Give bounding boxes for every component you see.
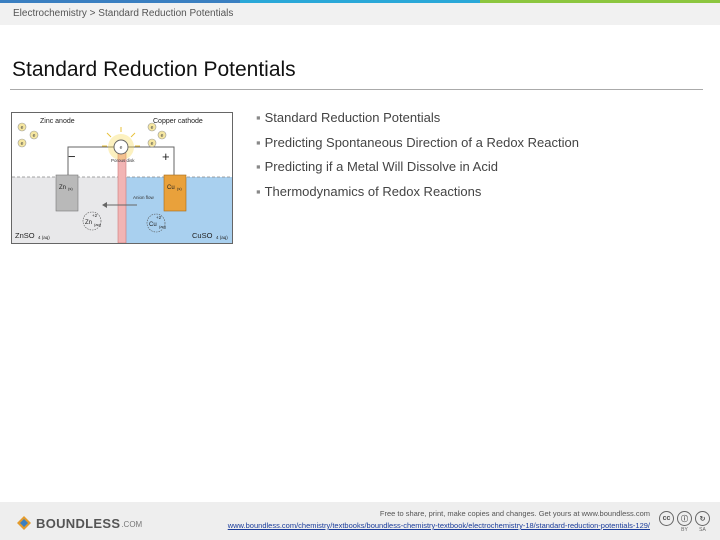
zinc-ion-label: Zn	[85, 220, 92, 226]
svg-text:e: e	[33, 133, 36, 139]
boundless-logo[interactable]: BOUNDLESS .COM	[16, 515, 142, 531]
porous-disk	[117, 152, 127, 243]
svg-text:e: e	[161, 133, 164, 139]
logo-suffix: .COM	[121, 520, 143, 529]
zinc-solid-label: Zn	[59, 185, 66, 191]
bullet-icon: ▪	[256, 183, 261, 199]
license-note: Free to share, print, make copies and ch…	[379, 509, 650, 518]
boundless-logo-icon	[17, 516, 31, 530]
copper-cathode-label: Copper cathode	[153, 118, 203, 125]
source-link[interactable]: www.boundless.com/chemistry/textbooks/bo…	[228, 521, 650, 530]
cuso4-label: CuSO	[192, 231, 213, 240]
znso4-label: ZnSO	[15, 231, 35, 240]
svg-text:+2: +2	[156, 215, 162, 220]
negative-terminal-label: −	[68, 149, 76, 164]
share-alike-icon: ↻	[695, 511, 710, 526]
list-item[interactable]: ▪ Predicting Spontaneous Direction of a R…	[256, 135, 579, 160]
attribution-icon: ⓘ	[677, 511, 692, 526]
bullet-icon: ▪	[256, 159, 261, 174]
svg-text:+2: +2	[92, 213, 98, 218]
positive-terminal-label: +	[162, 149, 170, 164]
svg-text:e: e	[151, 125, 154, 131]
topic-list: ▪ Standard Reduction Potentials ▪ Predicti…	[256, 110, 579, 208]
cc-license-badge[interactable]: cc ⓘ BY ↻ SA	[659, 511, 710, 533]
list-item[interactable]: ▪ Predicting if a Metal Will Dissolve in …	[256, 159, 579, 184]
footer: BOUNDLESS .COM Free to share, print, mak…	[0, 502, 720, 540]
svg-text:4 (aq): 4 (aq)	[38, 235, 50, 240]
copper-solid-label: Cu	[167, 185, 175, 191]
svg-text:4 (aq): 4 (aq)	[216, 235, 228, 240]
bullet-icon: ▪	[256, 134, 261, 150]
zinc-electrode	[55, 174, 79, 212]
logo-text: BOUNDLESS	[36, 515, 121, 531]
page-title: Standard Reduction Potentials	[12, 58, 296, 81]
breadcrumb-bar: Electrochemistry > Standard Reduction Po…	[0, 3, 720, 25]
svg-text:(aq): (aq)	[94, 222, 102, 227]
cc-icon: cc	[659, 511, 674, 526]
svg-text:(s): (s)	[68, 186, 73, 191]
breadcrumb[interactable]: Electrochemistry > Standard Reduction Po…	[13, 8, 233, 19]
svg-text:(aq): (aq)	[159, 224, 167, 229]
porous-disk-label: Porous disk	[111, 158, 135, 163]
galvanic-cell-diagram: e e e e e e e Zinc anode Copper cathode − +…	[12, 118, 232, 243]
anion-flow-label: Anion flow	[133, 195, 155, 200]
svg-text:(s): (s)	[177, 186, 182, 191]
svg-text:e: e	[151, 141, 154, 147]
galvanic-cell-figure: e e e e e e e Zinc anode Copper cathode − +…	[11, 112, 233, 244]
list-item[interactable]: ▪ Standard Reduction Potentials	[256, 110, 579, 135]
title-divider	[10, 89, 703, 90]
svg-text:e: e	[120, 145, 123, 151]
svg-text:e: e	[21, 125, 24, 131]
bullet-icon: ▪	[256, 110, 261, 125]
zinc-anode-label: Zinc anode	[40, 118, 75, 125]
list-item[interactable]: ▪ Thermodynamics of Redox Reactions	[256, 184, 579, 209]
copper-ion-label: Cu	[149, 222, 157, 228]
svg-text:e: e	[21, 141, 24, 147]
copper-electrode	[163, 174, 187, 212]
